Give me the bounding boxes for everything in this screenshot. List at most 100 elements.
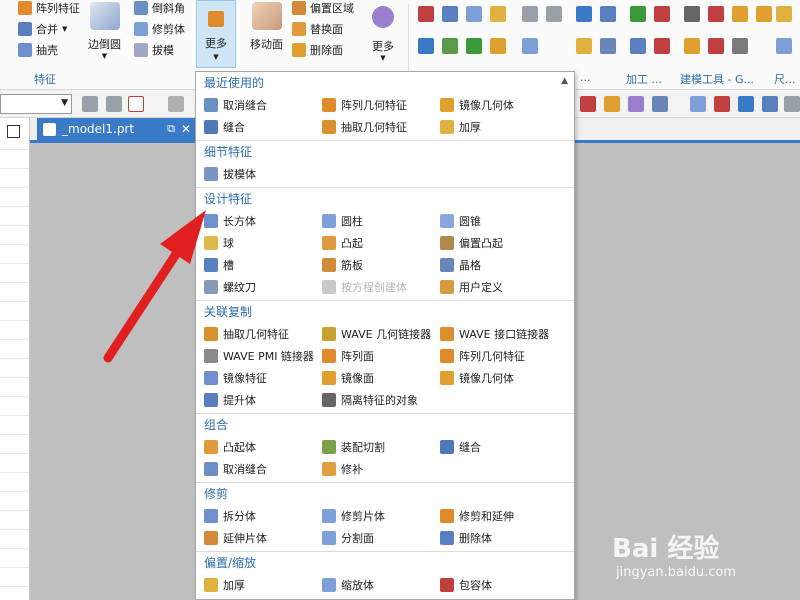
menu-item[interactable]: 凸起 bbox=[322, 232, 440, 254]
more-button-2[interactable]: 更多 ▼ bbox=[372, 2, 394, 62]
menu-item[interactable]: 加厚 bbox=[440, 116, 574, 138]
tool-2-icon[interactable] bbox=[776, 38, 792, 54]
camera-icon[interactable] bbox=[690, 96, 706, 112]
menu-item[interactable]: 缝合 bbox=[440, 436, 574, 458]
key-icon[interactable] bbox=[600, 38, 616, 54]
delete-face-button[interactable]: 删除面 bbox=[292, 42, 343, 58]
menu-item[interactable]: 镜像几何体 bbox=[440, 94, 574, 116]
array-feature-button[interactable]: 阵列特征 bbox=[18, 0, 80, 16]
tolerance-icon[interactable] bbox=[732, 38, 748, 54]
menu-item[interactable]: WAVE 几何链接器 bbox=[322, 323, 440, 345]
folder-icon[interactable] bbox=[732, 6, 748, 22]
menu-item[interactable]: 抽取几何特征 bbox=[322, 116, 440, 138]
maximize-icon[interactable] bbox=[7, 125, 20, 138]
menu-item[interactable]: 修剪片体 bbox=[322, 505, 440, 527]
more-button-1[interactable]: 更多 ▼ bbox=[196, 0, 236, 68]
menu-item[interactable]: WAVE PMI 链接器 bbox=[204, 345, 322, 367]
edge-blend-button[interactable]: 边倒圆 ▼ bbox=[88, 2, 121, 60]
tab-model1[interactable]: _model1.prt ⧉ ✕ bbox=[37, 118, 197, 140]
menu-item[interactable]: 取消缝合 bbox=[204, 94, 322, 116]
menu-item[interactable]: 阵列几何特征 bbox=[440, 345, 574, 367]
shell-button[interactable]: 抽壳 bbox=[18, 42, 58, 58]
menu-item[interactable]: 修剪和延伸 bbox=[440, 505, 574, 527]
layer-icon[interactable] bbox=[442, 6, 458, 22]
menu-item[interactable]: 阵列面 bbox=[322, 345, 440, 367]
circle-icon[interactable] bbox=[576, 38, 592, 54]
tool-icon[interactable] bbox=[442, 38, 458, 54]
check-icon[interactable] bbox=[630, 6, 646, 22]
render-icon[interactable] bbox=[628, 96, 644, 112]
close-icon[interactable]: ✕ bbox=[181, 122, 191, 136]
face-icon[interactable] bbox=[604, 96, 620, 112]
list-icon[interactable] bbox=[576, 6, 592, 22]
unite-button[interactable]: 合并 ▼ bbox=[18, 21, 67, 37]
pencil-icon[interactable] bbox=[490, 6, 506, 22]
key-2-icon[interactable] bbox=[776, 6, 792, 22]
offset-region-button[interactable]: 偏置区域 bbox=[292, 0, 354, 16]
menu-item[interactable]: 缝合 bbox=[204, 116, 322, 138]
menu-item[interactable]: 取消缝合 bbox=[204, 458, 322, 480]
group-label-machining[interactable]: 加工 ... bbox=[626, 71, 662, 87]
line-icon[interactable] bbox=[522, 38, 538, 54]
menu-item[interactable]: 偏置凸起 bbox=[440, 232, 574, 254]
curve-icon[interactable] bbox=[418, 6, 434, 22]
spline-icon[interactable] bbox=[522, 6, 538, 22]
menu-item[interactable]: 槽 bbox=[204, 254, 322, 276]
spline-2-icon[interactable] bbox=[546, 6, 562, 22]
draft-button[interactable]: 拔模 bbox=[134, 42, 174, 58]
gauge-icon[interactable] bbox=[490, 38, 506, 54]
arrow-icon[interactable] bbox=[466, 38, 482, 54]
cylinder-icon[interactable] bbox=[466, 6, 482, 22]
menu-item[interactable]: 圆柱 bbox=[322, 210, 440, 232]
menu-item[interactable]: 筋板 bbox=[322, 254, 440, 276]
triangle-icon[interactable] bbox=[684, 6, 700, 22]
trim-body-button[interactable]: 修剪体 bbox=[134, 21, 185, 37]
image-icon[interactable] bbox=[708, 6, 724, 22]
snap-icon[interactable] bbox=[106, 96, 122, 112]
wrench-icon[interactable] bbox=[418, 38, 434, 54]
zoom-icon[interactable] bbox=[714, 96, 730, 112]
point-icon[interactable] bbox=[168, 96, 184, 112]
menu-item[interactable]: 拆分体 bbox=[204, 505, 322, 527]
menu-item[interactable]: 用户定义 bbox=[440, 276, 574, 298]
scroll-up-icon[interactable]: ▲ bbox=[561, 76, 568, 86]
filter-icon[interactable] bbox=[82, 96, 98, 112]
pen-icon[interactable] bbox=[580, 96, 596, 112]
menu-item[interactable]: 加厚 bbox=[204, 574, 322, 596]
bracket-icon[interactable] bbox=[654, 38, 670, 54]
menu-item[interactable]: 拔模体 bbox=[204, 163, 322, 185]
replace-face-button[interactable]: 替换面 bbox=[292, 21, 343, 37]
menu-item[interactable]: 分割面 bbox=[322, 527, 440, 549]
menu-item[interactable]: 包容体 bbox=[440, 574, 574, 596]
menu-item[interactable]: 圆锥 bbox=[440, 210, 574, 232]
menu-item[interactable]: 修补 bbox=[322, 458, 440, 480]
menu-item[interactable]: 螺纹刀 bbox=[204, 276, 322, 298]
menu-item[interactable]: 偏置面 bbox=[322, 596, 440, 599]
tab-menu-icon[interactable]: ⧉ bbox=[167, 122, 175, 136]
menu-item[interactable]: 长方体 bbox=[204, 210, 322, 232]
menu-item[interactable]: 球 bbox=[204, 232, 322, 254]
menu-item[interactable]: 镜像几何体 bbox=[440, 367, 574, 389]
group-label-build-tools[interactable]: 建模工具 - G... bbox=[680, 71, 754, 87]
menu-item[interactable]: 阵列几何特征 bbox=[322, 94, 440, 116]
menu-item[interactable]: 延伸片体 bbox=[204, 527, 322, 549]
selection-filter-dropdown[interactable]: ▼ bbox=[0, 94, 72, 114]
settings-icon[interactable] bbox=[784, 96, 800, 112]
menu-item[interactable]: 隔离特征的对象 bbox=[322, 389, 440, 411]
menu-item[interactable]: 包裹几何体 bbox=[440, 596, 574, 599]
menu-item[interactable]: 凸起体 bbox=[204, 436, 322, 458]
cube-icon[interactable] bbox=[630, 38, 646, 54]
view-icon[interactable] bbox=[762, 96, 778, 112]
move-face-button[interactable]: 移动面 bbox=[250, 2, 283, 52]
menu-item[interactable]: 提升体 bbox=[204, 389, 322, 411]
menu-item[interactable]: WAVE 接口链接器 bbox=[440, 323, 574, 345]
puzzle-icon[interactable] bbox=[756, 6, 772, 22]
menu-item[interactable]: 晶格 bbox=[440, 254, 574, 276]
menu-item[interactable]: 缩放体 bbox=[322, 574, 440, 596]
heart-icon[interactable] bbox=[654, 6, 670, 22]
fit-icon[interactable] bbox=[708, 38, 724, 54]
select-box-icon[interactable] bbox=[128, 96, 144, 112]
menu-item[interactable]: 镜像特征 bbox=[204, 367, 322, 389]
menu-item[interactable]: 偏置曲面 bbox=[204, 596, 322, 599]
edit-icon[interactable] bbox=[600, 6, 616, 22]
